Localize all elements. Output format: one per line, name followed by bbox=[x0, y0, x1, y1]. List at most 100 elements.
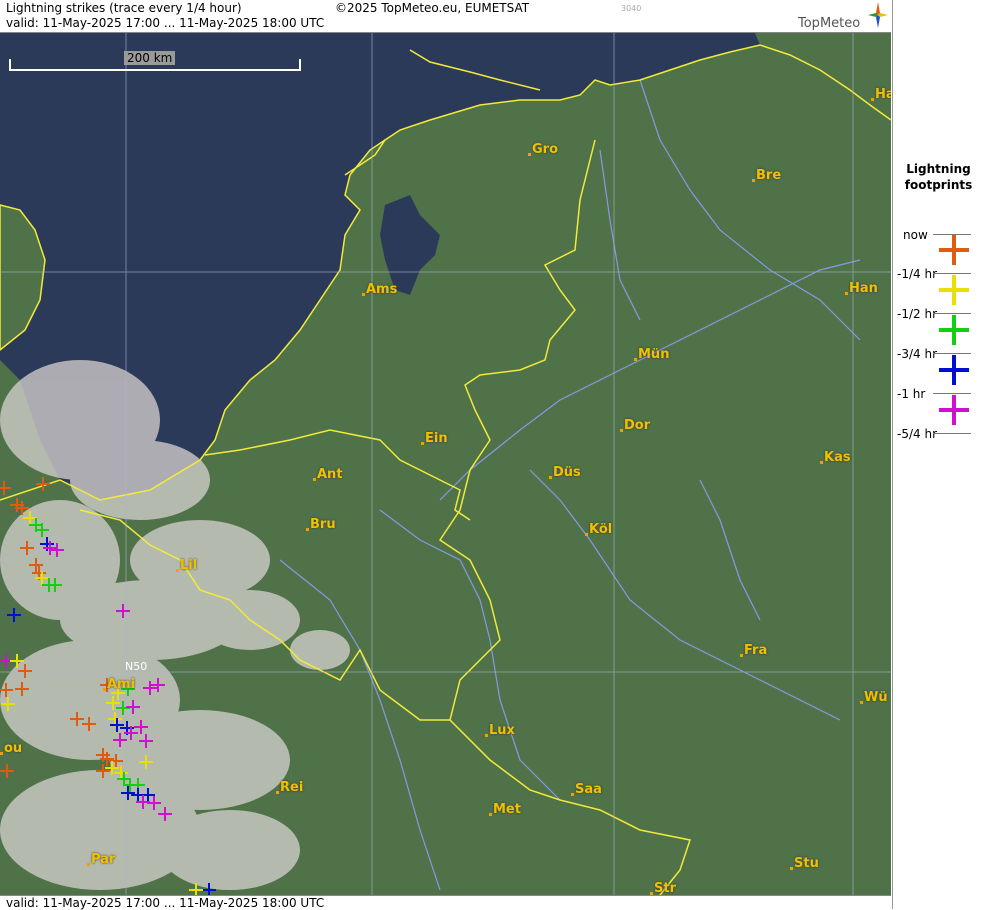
lightning-strike-marker bbox=[15, 682, 29, 696]
legend-cross-icon bbox=[939, 235, 969, 265]
city-label: Ant bbox=[317, 467, 343, 482]
city-label: Ams bbox=[366, 282, 398, 297]
legend-label: now bbox=[903, 228, 928, 242]
legend-cross-icon bbox=[939, 395, 969, 425]
lightning-strike-marker bbox=[202, 883, 216, 895]
lightning-strike-marker bbox=[7, 608, 21, 622]
city-label: Wü bbox=[864, 690, 888, 705]
city-dot bbox=[549, 476, 552, 479]
city-label: Ami bbox=[107, 677, 136, 692]
city-dot bbox=[845, 292, 848, 295]
city-dot bbox=[485, 734, 488, 737]
city-dot bbox=[103, 688, 106, 691]
city-label: ou bbox=[4, 741, 23, 756]
lightning-strike-marker bbox=[143, 681, 157, 695]
city-label: Köl bbox=[589, 522, 613, 537]
map-title: Lightning strikes (trace every 1/4 hour) bbox=[6, 1, 242, 15]
lightning-strike-marker bbox=[18, 664, 32, 678]
city-dot bbox=[362, 293, 365, 296]
valid-time-footer: valid: 11-May-2025 17:00 ... 11-May-2025… bbox=[6, 896, 325, 910]
city-dot bbox=[634, 358, 637, 361]
lightning-strike-marker bbox=[50, 543, 64, 557]
lightning-strike-marker bbox=[189, 883, 203, 895]
city-dot bbox=[276, 791, 279, 794]
city-label: Lux bbox=[489, 723, 515, 738]
lightning-strike-marker bbox=[139, 734, 153, 748]
city-dot bbox=[176, 569, 179, 572]
legend-label: -1/2 hr bbox=[897, 307, 937, 321]
legend-label: -1/4 hr bbox=[897, 267, 937, 281]
lightning-strike-marker bbox=[1, 697, 15, 711]
lightning-strike-marker bbox=[147, 796, 161, 810]
city-label: Düs bbox=[553, 465, 581, 480]
city-label: Mün bbox=[638, 347, 670, 362]
lightning-strike-marker bbox=[116, 604, 130, 618]
city-label: Lil bbox=[180, 558, 198, 573]
city-dot bbox=[571, 793, 574, 796]
legend-title-line2: footprints bbox=[904, 178, 973, 192]
footer-bar: valid: 11-May-2025 17:00 ... 11-May-2025… bbox=[0, 895, 891, 910]
lightning-strike-marker bbox=[70, 712, 84, 726]
lightning-strike-marker bbox=[96, 764, 110, 778]
header-bar: Lightning strikes (trace every 1/4 hour)… bbox=[0, 0, 891, 33]
lightning-strike-marker bbox=[0, 481, 11, 495]
lightning-strike-marker bbox=[23, 511, 37, 525]
map-code: 3040 bbox=[621, 4, 642, 13]
city-dot bbox=[313, 478, 316, 481]
city-label: Str bbox=[654, 881, 676, 895]
city-dot bbox=[0, 752, 3, 755]
city-label: Han bbox=[849, 281, 878, 296]
city-label: Kas bbox=[824, 450, 851, 465]
legend-title-line1: Lightning bbox=[906, 162, 971, 176]
legend-cross-icon bbox=[939, 275, 969, 305]
copyright-text: ©2025 TopMeteo.eu, EUMETSAT bbox=[335, 1, 530, 15]
lightning-strike-marker bbox=[10, 654, 24, 668]
city-label: Par bbox=[91, 852, 116, 867]
city-label: Bru bbox=[310, 517, 336, 532]
legend-cross-icon bbox=[939, 355, 969, 385]
city-label: Stu bbox=[794, 856, 819, 871]
city-label: Gro bbox=[532, 142, 559, 157]
city-dot bbox=[620, 429, 623, 432]
valid-time-header: valid: 11-May-2025 17:00 ... 11-May-2025… bbox=[6, 16, 325, 30]
lightning-strike-marker bbox=[29, 558, 43, 572]
city-dot bbox=[860, 701, 863, 704]
lightning-strike-marker bbox=[82, 717, 96, 731]
legend-label: -5/4 hr bbox=[897, 427, 937, 441]
lightning-strike-marker bbox=[20, 541, 34, 555]
city-label: Rei bbox=[280, 780, 304, 795]
city-label: Met bbox=[493, 802, 521, 817]
lightning-strike-marker bbox=[121, 786, 135, 800]
city-dot bbox=[421, 442, 424, 445]
city-label: Dor bbox=[624, 418, 651, 433]
brand-logo-text: TopMeteo bbox=[798, 16, 861, 31]
lightning-strike-marker bbox=[110, 718, 124, 732]
legend-separator bbox=[933, 433, 971, 434]
city-dot bbox=[820, 461, 823, 464]
legend-cross-icon bbox=[939, 315, 969, 345]
lightning-strikes-layer bbox=[0, 477, 216, 895]
city-dot bbox=[87, 863, 90, 866]
lightning-strike-marker bbox=[126, 700, 140, 714]
legend-panel: Lightning footprints now -1/4 hr -1/2 hr -3… bbox=[892, 0, 983, 909]
compass-logo-icon bbox=[868, 2, 888, 28]
lightning-strike-marker bbox=[158, 807, 172, 821]
city-label: Ha bbox=[875, 87, 891, 102]
lightning-strike-marker bbox=[113, 733, 127, 747]
city-label: Ein bbox=[425, 431, 448, 446]
legend-label: -1 hr bbox=[897, 387, 926, 401]
lightning-strike-marker bbox=[0, 764, 14, 778]
lightning-strike-marker bbox=[108, 712, 122, 726]
lightning-strike-marker bbox=[0, 683, 13, 697]
city-label: Bre bbox=[756, 168, 782, 183]
lightning-strike-marker bbox=[48, 578, 62, 592]
lightning-strike-marker bbox=[151, 678, 165, 692]
city-dot bbox=[489, 813, 492, 816]
city-dot bbox=[528, 153, 531, 156]
city-dot bbox=[306, 528, 309, 531]
city-dot bbox=[585, 533, 588, 536]
legend-label: -3/4 hr bbox=[897, 347, 937, 361]
city-dot bbox=[752, 179, 755, 182]
city-label: Fra bbox=[744, 643, 768, 658]
satellite-map[interactable]: 200 km N50 Gro Bre Ha Ams Han Mün Ein Dor Kas Ant… bbox=[0, 33, 891, 895]
